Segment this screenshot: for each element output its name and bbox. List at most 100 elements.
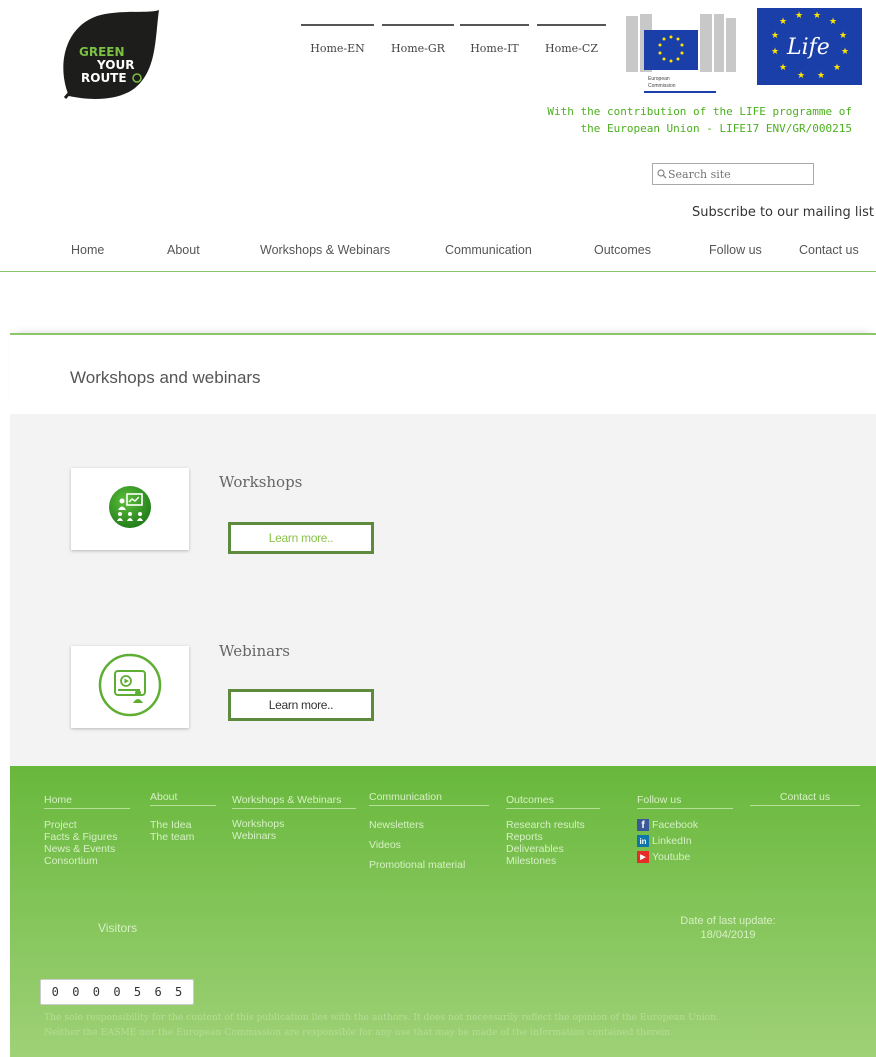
green-your-route-logo[interactable]: GREEN YOUR ROUTE: [57, 8, 161, 100]
youtube-icon: ▶: [637, 851, 649, 863]
last-update: Date of last update: 18/04/2019: [660, 914, 796, 942]
footer-link-webinars[interactable]: Webinars: [232, 830, 284, 842]
nav-follow-us[interactable]: Follow us: [709, 243, 762, 257]
svg-text:★: ★: [795, 11, 803, 21]
footer-head-follow-us[interactable]: Follow us: [637, 794, 733, 809]
european-commission-logo: European Commission: [624, 12, 738, 95]
footer-link-facts-figures[interactable]: Facts & Figures: [44, 831, 118, 843]
webinars-learn-more-button[interactable]: Learn more..: [228, 689, 374, 721]
footer-head-contact-us[interactable]: Contact us: [750, 791, 860, 806]
footer-head-workshops-webinars[interactable]: Workshops & Webinars: [232, 794, 356, 809]
youtube-link[interactable]: ▶ Youtube: [637, 849, 698, 865]
footer-link-the-idea[interactable]: The Idea: [150, 819, 194, 831]
facebook-link[interactable]: f Facebook: [637, 817, 698, 833]
visitor-counter: 0 0 0 0 5 6 5: [40, 979, 194, 1005]
nav-outcomes[interactable]: Outcomes: [594, 243, 651, 257]
counter-digit: 5: [133, 985, 142, 999]
counter-digit: 6: [154, 985, 162, 999]
svg-text:ROUTE: ROUTE: [81, 71, 127, 85]
footer-col-communication: Newsletters Videos Promotional material: [369, 819, 465, 871]
footer-col-workshops: Workshops Webinars: [232, 818, 284, 842]
footer-col-home: Project Facts & Figures News & Events Co…: [44, 819, 118, 867]
footer-head-about[interactable]: About: [150, 791, 216, 806]
footer-head-home[interactable]: Home: [44, 794, 130, 809]
footer-head-communication[interactable]: Communication: [369, 791, 489, 806]
nav-communication[interactable]: Communication: [445, 243, 532, 257]
webinars-title: Webinars: [219, 642, 290, 660]
svg-text:Life: Life: [786, 35, 830, 60]
video-player-icon: [98, 653, 162, 721]
main-nav: Home About Workshops & Webinars Communic…: [0, 233, 876, 272]
last-update-date: 18/04/2019: [700, 929, 756, 941]
magnifier-icon: [657, 169, 667, 179]
lang-link-cz[interactable]: Home-CZ: [537, 24, 606, 62]
svg-text:YOUR: YOUR: [96, 58, 134, 72]
nav-home[interactable]: Home: [71, 243, 104, 257]
footer-col-outcomes: Research results Reports Deliverables Mi…: [506, 819, 585, 867]
footer-link-milestones[interactable]: Milestones: [506, 855, 585, 867]
counter-digit: 0: [113, 985, 121, 999]
life-note-line-1: With the contribution of the LIFE progra…: [547, 105, 852, 118]
svg-text:★: ★: [833, 63, 841, 73]
svg-text:Commission: Commission: [648, 83, 676, 89]
footer-link-workshops[interactable]: Workshops: [232, 818, 284, 830]
linkedin-label: LinkedIn: [652, 835, 692, 847]
counter-digit: 0: [51, 985, 59, 999]
lang-link-en[interactable]: Home-EN: [301, 24, 374, 62]
counter-digit: 5: [175, 985, 183, 999]
nav-contact-us[interactable]: Contact us: [799, 243, 859, 257]
facebook-label: Facebook: [652, 819, 699, 831]
footer-link-the-team[interactable]: The team: [150, 831, 194, 843]
life-programme-logo: ★ ★ ★ ★ ★ ★ ★ ★ ★ ★ ★ ★ Life: [757, 8, 862, 85]
workshops-image[interactable]: [71, 468, 189, 550]
linkedin-icon: in: [637, 835, 649, 847]
presentation-icon: [108, 485, 152, 533]
counter-digit: 0: [72, 985, 80, 999]
footer-col-social: f Facebook in LinkedIn ▶ Youtube: [637, 817, 698, 865]
svg-text:★: ★: [829, 17, 837, 27]
lang-link-gr[interactable]: Home-GR: [382, 24, 454, 62]
disclaimer-line-2: Neither the EASME nor the European Commi…: [44, 1027, 674, 1038]
svg-text:★: ★: [771, 47, 779, 57]
svg-text:★: ★: [839, 31, 847, 41]
svg-text:★: ★: [817, 71, 825, 81]
footer-head-outcomes[interactable]: Outcomes: [506, 794, 600, 809]
linkedin-link[interactable]: in LinkedIn: [637, 833, 698, 849]
workshops-title: Workshops: [219, 473, 303, 491]
footer-link-newsletters[interactable]: Newsletters: [369, 819, 465, 831]
footer-link-research-results[interactable]: Research results: [506, 819, 585, 831]
last-update-label: Date of last update:: [680, 915, 776, 927]
footer-link-news-events[interactable]: News & Events: [44, 843, 118, 855]
svg-text:★: ★: [779, 17, 787, 27]
svg-text:★: ★: [779, 63, 787, 73]
subscribe-link[interactable]: Subscribe to our mailing list: [648, 205, 874, 220]
search-box[interactable]: [652, 163, 814, 185]
footer-link-project[interactable]: Project: [44, 819, 118, 831]
footer-link-consortium[interactable]: Consortium: [44, 855, 118, 867]
life-contribution-note: With the contribution of the LIFE progra…: [520, 103, 852, 137]
footer-link-reports[interactable]: Reports: [506, 831, 585, 843]
eu-disclaimer: The sole responsibility for the content …: [44, 1010, 874, 1040]
life-note-line-2: the European Union - LIFE17 ENV/GR/00021…: [580, 122, 852, 135]
visitors-label: Visitors: [98, 921, 138, 935]
svg-text:★: ★: [813, 11, 821, 21]
svg-text:★: ★: [771, 31, 779, 41]
disclaimer-line-1: The sole responsibility for the content …: [44, 1012, 720, 1023]
lang-link-it[interactable]: Home-IT: [460, 24, 529, 62]
footer-link-deliverables[interactable]: Deliverables: [506, 843, 585, 855]
svg-text:GREEN: GREEN: [79, 45, 125, 59]
nav-workshops-webinars[interactable]: Workshops & Webinars: [260, 243, 390, 257]
facebook-icon: f: [637, 819, 649, 831]
nav-about[interactable]: About: [167, 243, 200, 257]
webinars-image[interactable]: [71, 646, 189, 728]
page-title: Workshops and webinars: [70, 368, 261, 387]
search-input[interactable]: [668, 167, 803, 181]
workshops-learn-more-button[interactable]: Learn more..: [228, 522, 374, 554]
counter-digit: 0: [92, 985, 101, 999]
svg-text:★: ★: [797, 71, 805, 81]
youtube-label: Youtube: [652, 851, 691, 863]
footer-col-about: The Idea The team: [150, 819, 194, 843]
footer-link-promotional-material[interactable]: Promotional material: [369, 859, 465, 871]
footer-link-videos[interactable]: Videos: [369, 839, 465, 851]
svg-text:European: European: [648, 76, 670, 82]
